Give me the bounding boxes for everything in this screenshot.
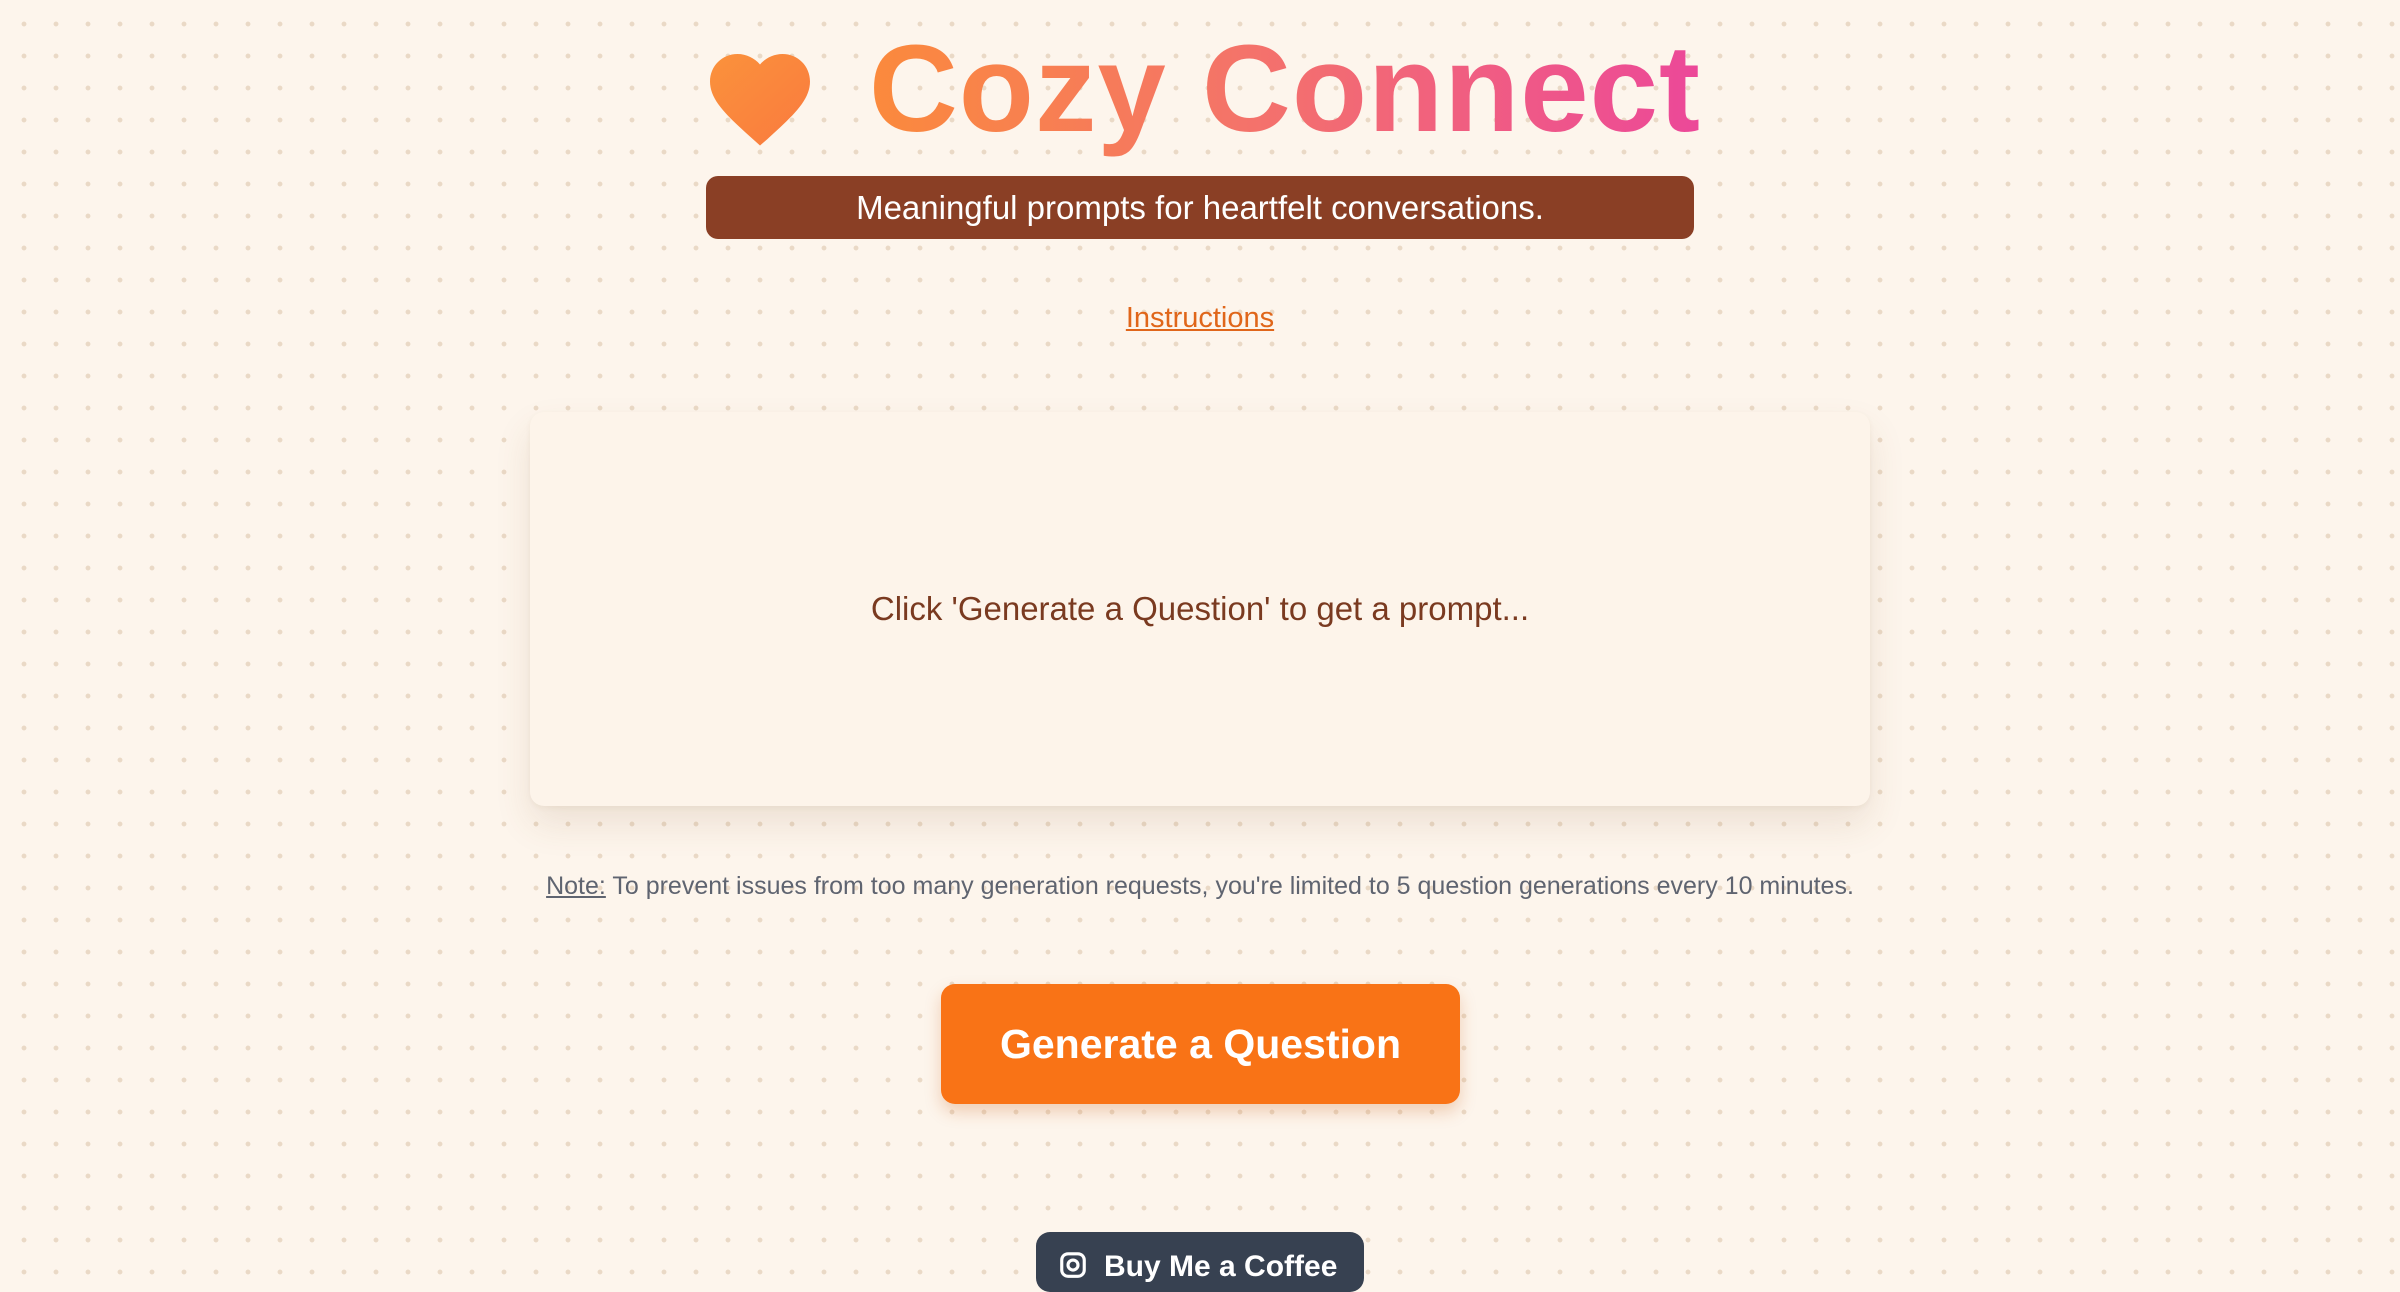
app-header: Cozy Connect xyxy=(0,20,2400,160)
buy-me-a-coffee-button[interactable]: Buy Me a Coffee xyxy=(1036,1232,1364,1292)
tagline-banner: Meaningful prompts for heartfelt convers… xyxy=(706,176,1694,239)
instructions-link[interactable]: Instructions xyxy=(0,302,2400,335)
prompt-text: Click 'Generate a Question' to get a pro… xyxy=(870,590,1530,627)
heart-icon xyxy=(709,54,810,146)
prompt-card: Click 'Generate a Question' to get a pro… xyxy=(530,412,1870,806)
note-label: Note: xyxy=(546,872,606,900)
coffee-button-label: Buy Me a Coffee xyxy=(1104,1250,1338,1283)
rate-limit-note: Note: To prevent issues from too many ge… xyxy=(0,872,2400,901)
note-text: To prevent issues from too many generati… xyxy=(605,872,1854,900)
generate-question-button[interactable]: Generate a Question xyxy=(941,984,1460,1104)
coffee-cup-icon xyxy=(1060,1252,1086,1278)
app-title: Cozy Connect xyxy=(868,21,1702,158)
